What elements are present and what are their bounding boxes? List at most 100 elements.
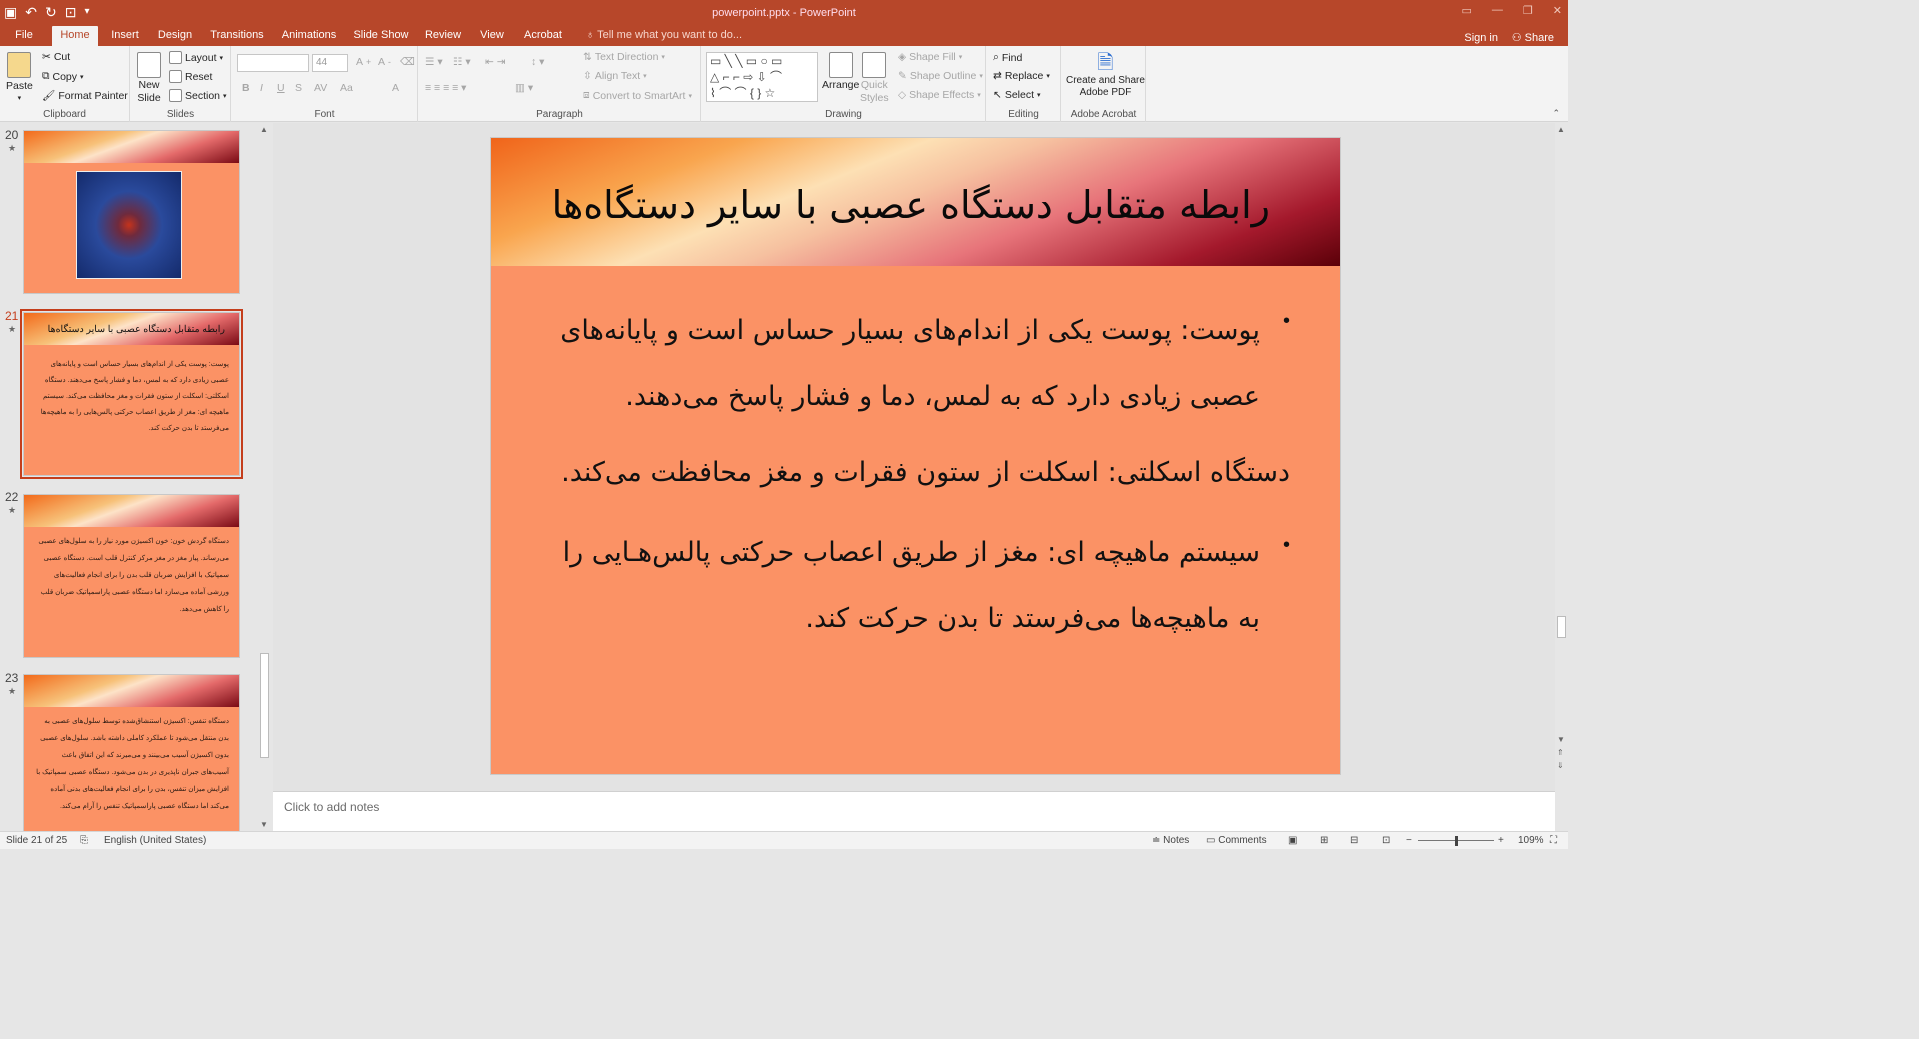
normal-view-icon[interactable]: ▣ <box>1288 835 1297 846</box>
comments-toggle[interactable]: ▭ Comments <box>1206 835 1267 846</box>
notes-toggle[interactable]: ≐ Notes <box>1152 835 1189 846</box>
restore-icon[interactable]: ❐ <box>1523 4 1533 17</box>
shadow-button[interactable]: S <box>295 82 302 94</box>
collapse-ribbon-icon[interactable]: ⌃ <box>1552 108 1560 119</box>
body-paragraph[interactable]: عصبی زیادی دارد که به لمس، دما و فشار پا… <box>520 364 1260 430</box>
bold-button[interactable]: B <box>242 82 250 94</box>
thumb-number: 23 <box>5 671 19 685</box>
group-label-font: Font <box>314 109 335 120</box>
align-icons[interactable]: ≡ ≡ ≡ ≡ ▾ <box>425 82 466 94</box>
italic-button[interactable]: I <box>260 82 263 94</box>
slide-thumbnail-20[interactable] <box>23 130 240 294</box>
next-slide-icon[interactable]: ⇓ <box>1557 761 1564 770</box>
scroll-up-icon[interactable]: ▲ <box>1557 125 1565 134</box>
body-paragraph[interactable]: سیستم ماهیچه ای: مغز از طریق اعصاب حرکتی… <box>520 520 1260 586</box>
slide-thumbnail-21[interactable]: رابطه متقابل دستگاه عصبی با سایر دستگاه‌… <box>20 309 243 479</box>
tab-review[interactable]: Review <box>420 26 466 46</box>
zoom-in-icon[interactable]: + <box>1498 835 1504 846</box>
chevron-down-icon: ▾ <box>80 73 84 81</box>
ribbon-display-icon[interactable]: ▭ <box>1462 4 1472 17</box>
cut-button[interactable]: ✂ Cut <box>42 51 70 63</box>
numbering-icon[interactable]: ☷ ▾ <box>453 56 471 68</box>
quick-styles-button[interactable]: Quick Styles <box>860 52 889 104</box>
select-button[interactable]: ↖ Select ▾ <box>993 89 1041 101</box>
layout-button[interactable]: Layout ▾ <box>169 51 223 64</box>
tab-transitions[interactable]: Transitions <box>206 26 268 46</box>
slide-counter: Slide 21 of 25 <box>6 835 68 846</box>
bullets-icon[interactable]: ☰ ▾ <box>425 56 443 68</box>
tab-home[interactable]: Home <box>52 26 98 46</box>
font-color-button[interactable]: A <box>392 82 399 94</box>
tab-view[interactable]: View <box>474 26 510 46</box>
underline-button[interactable]: U <box>277 82 285 94</box>
chevron-down-icon: ▾ <box>958 54 963 61</box>
shape-fill-button[interactable]: ◈ Shape Fill ▾ <box>898 51 962 63</box>
close-icon[interactable]: ✕ <box>1553 4 1562 17</box>
character-spacing-button[interactable]: AV <box>314 82 327 94</box>
reading-view-icon[interactable]: ⊟ <box>1350 835 1358 846</box>
slide-title[interactable]: رابطه متقابل دستگاه عصبی با سایر دستگاه‌… <box>552 183 1270 227</box>
section-button[interactable]: Section ▾ <box>169 89 227 102</box>
minimize-icon[interactable]: — <box>1492 4 1503 17</box>
slide-editing-area: رابطه متقابل دستگاه عصبی با سایر دستگاه‌… <box>273 123 1555 791</box>
shrink-font-icon[interactable]: A- <box>378 56 391 68</box>
scrollbar-thumb[interactable] <box>260 653 269 758</box>
font-name-combo[interactable] <box>237 54 309 72</box>
shape-effects-button[interactable]: ◇ Shape Effects ▾ <box>898 89 981 101</box>
spellcheck-icon[interactable]: ⎘ <box>80 835 88 846</box>
paste-button[interactable]: Paste ▾ <box>6 52 33 102</box>
replace-button[interactable]: ⇄ Replace ▾ <box>993 70 1050 82</box>
thumbnails-scrollbar[interactable]: ▲ ▼ <box>258 123 271 831</box>
slideshow-icon[interactable]: ⊡ <box>1382 835 1390 846</box>
slide-scrollbar[interactable]: ▲ ▼ ⇑ ⇓ <box>1555 123 1568 831</box>
tell-me-search[interactable]: ♁ Tell me what you want to do... <box>586 29 742 41</box>
columns-icon[interactable]: ▥ ▾ <box>515 82 533 94</box>
grow-font-icon[interactable]: A + <box>356 56 371 68</box>
tab-slide-show[interactable]: Slide Show <box>350 26 412 46</box>
language-indicator[interactable]: English (United States) <box>104 835 206 846</box>
zoom-slider-thumb[interactable] <box>1455 836 1458 846</box>
slide-sorter-icon[interactable]: ⊞ <box>1320 835 1328 846</box>
shapes-gallery[interactable]: ▭ ╲ ╲ ▭ ○ ▭ △ ⌐ ⌐ ⇨ ⇩ ⌒ ⌇ ⌒ ⌒ { } ☆ <box>706 52 818 102</box>
text-direction-button[interactable]: ⇅ Text Direction ▾ <box>583 51 665 63</box>
reset-button[interactable]: Reset <box>169 70 212 83</box>
body-paragraph[interactable]: دستگاه اسکلتی: اسکلت از ستون فقرات و مغز… <box>520 440 1290 506</box>
zoom-out-icon[interactable]: − <box>1406 835 1412 846</box>
previous-slide-icon[interactable]: ⇑ <box>1557 748 1564 757</box>
shape-outline-button[interactable]: ✎ Shape Outline ▾ <box>898 70 983 82</box>
zoom-level[interactable]: 109% <box>1518 835 1544 846</box>
current-slide[interactable]: رابطه متقابل دستگاه عصبی با سایر دستگاه‌… <box>490 137 1341 775</box>
align-text-button[interactable]: ⇳ Align Text ▾ <box>583 70 647 82</box>
body-paragraph[interactable]: به ماهیچه‌ها می‌فرستد تا بدن حرکت کند. <box>520 586 1260 652</box>
create-share-pdf-button[interactable]: 🗎 Create and Share Adobe PDF <box>1066 52 1145 98</box>
line-spacing-icon[interactable]: ↕ ▾ <box>531 56 544 68</box>
scroll-down-icon[interactable]: ▼ <box>260 820 268 829</box>
notes-pane[interactable]: Click to add notes <box>273 791 1555 831</box>
arrange-button[interactable]: Arrange <box>822 52 859 91</box>
tab-file[interactable]: File <box>4 26 44 46</box>
title-bar: ▣ ↶ ↻ ⊡ ▾ powerpoint.pptx - PowerPoint ▭… <box>0 0 1568 26</box>
tab-acrobat[interactable]: Acrobat <box>518 26 568 46</box>
scroll-up-icon[interactable]: ▲ <box>260 125 268 134</box>
copy-button[interactable]: ⧉ Copy ▾ <box>42 70 84 83</box>
find-button[interactable]: ⌕ Find <box>993 51 1022 64</box>
star-icon: ★ <box>8 143 17 153</box>
group-label-paragraph: Paragraph <box>536 109 583 120</box>
tab-animations[interactable]: Animations <box>276 26 342 46</box>
slide-thumbnail-22[interactable]: دستگاه گردش خون: خون اکسیژن مورد نیاز را… <box>23 494 240 658</box>
font-size-combo[interactable]: 44 <box>312 54 348 72</box>
tab-insert[interactable]: Insert <box>104 26 146 46</box>
tab-design[interactable]: Design <box>152 26 198 46</box>
slide-thumbnail-23[interactable]: دستگاه تنفس: اکسیژن استنشاق‌شده توسط سلو… <box>23 674 240 831</box>
convert-smartart-button[interactable]: ⧈ Convert to SmartArt ▾ <box>583 89 692 102</box>
body-paragraph[interactable]: پوست: پوست یکی از اندام‌های بسیار حساس ا… <box>520 298 1260 364</box>
clear-formatting-icon[interactable]: ⌫ <box>400 56 415 68</box>
format-painter-button[interactable]: 🖌 Format Painter <box>42 89 128 103</box>
scrollbar-thumb[interactable] <box>1557 616 1566 638</box>
scroll-down-icon[interactable]: ▼ <box>1557 735 1565 744</box>
indent-icons[interactable]: ⇤ ⇥ <box>485 56 506 68</box>
star-icon: ★ <box>8 505 17 515</box>
change-case-button[interactable]: Aa <box>340 82 353 94</box>
new-slide-button[interactable]: New Slide <box>137 52 161 104</box>
fit-to-window-icon[interactable]: ⛶ <box>1550 835 1557 846</box>
